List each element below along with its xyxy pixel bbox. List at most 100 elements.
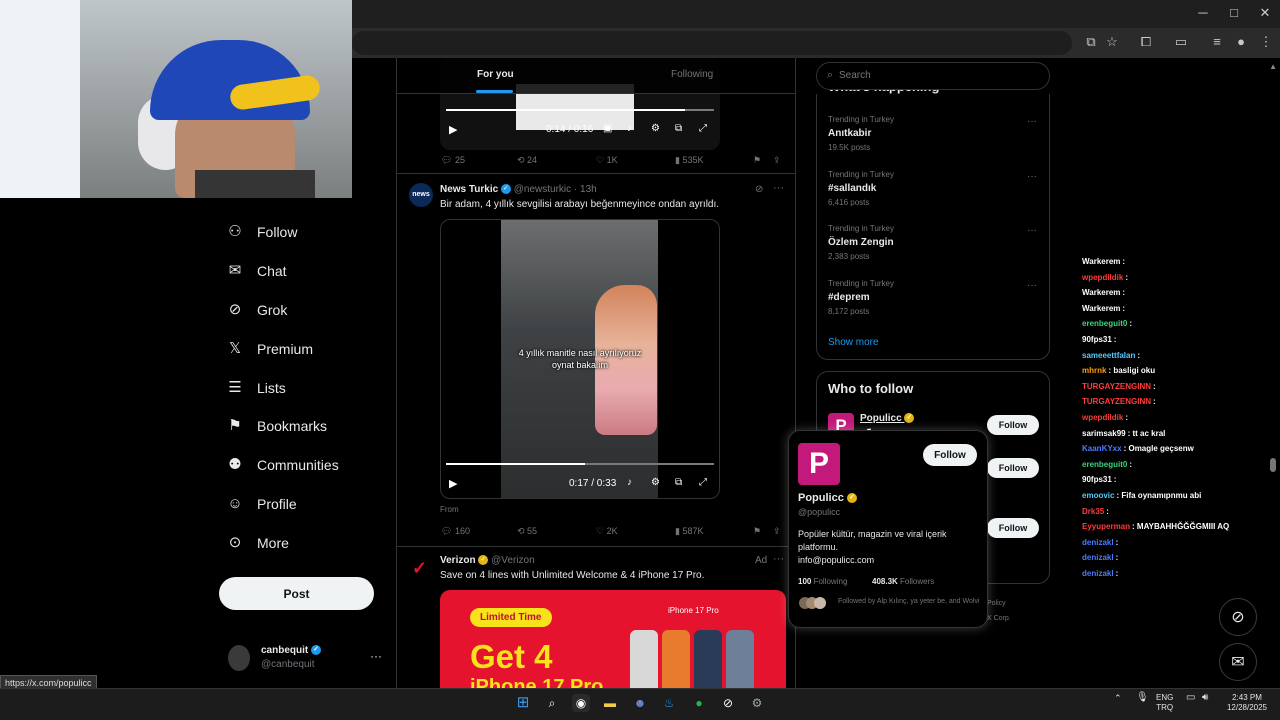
avatar[interactable]: news — [409, 183, 433, 207]
discord-icon[interactable]: ☻ — [631, 694, 649, 712]
chrome-icon[interactable]: ◉ — [572, 694, 590, 712]
post-time[interactable]: 13h — [580, 184, 597, 195]
maximize-icon[interactable]: □ — [1219, 5, 1249, 20]
chat-username[interactable]: mhrnk — [1082, 366, 1106, 375]
play-icon[interactable]: ▶ — [449, 123, 457, 136]
chat-username[interactable]: Warkerem — [1082, 257, 1120, 266]
clock[interactable]: 2:43 PM 12/28/2025 — [1222, 693, 1272, 713]
footer-link[interactable]: Policy — [987, 600, 1006, 607]
nav-item-grok[interactable]: ⊘ Grok — [226, 295, 288, 325]
fullscreen-icon[interactable]: ⤢ — [699, 477, 707, 488]
chat-username[interactable]: erenbeguit0 — [1082, 319, 1127, 328]
chat-username[interactable]: 90fps31 — [1082, 475, 1112, 484]
tab-for-you[interactable]: For you — [477, 69, 514, 80]
more-icon[interactable]: ··· — [1027, 280, 1037, 291]
fullscreen-icon[interactable]: ⤢ — [699, 123, 707, 134]
chat-username[interactable]: KaanKYxx — [1082, 444, 1122, 453]
chat-username[interactable]: TURGAYZENGINN — [1082, 397, 1151, 406]
network-icon[interactable]: ▭ — [1186, 693, 1195, 703]
followers-count[interactable]: 408.3K Followers — [872, 577, 934, 586]
bookmark-star-icon[interactable]: ☆ — [1103, 33, 1121, 51]
reply-button[interactable]: 💬︎ 160 — [441, 526, 470, 537]
account-switcher[interactable]: canbequit ✓ @canbequit ··· — [228, 643, 388, 673]
nav-item-more[interactable]: ⊙ More — [226, 528, 289, 558]
chat-username[interactable]: Warkerem — [1082, 288, 1120, 297]
split-view-icon[interactable]: ▭ — [1172, 33, 1190, 51]
more-icon[interactable]: ··· — [1027, 116, 1037, 127]
chat-username[interactable]: denizakl — [1082, 569, 1114, 578]
nav-item-follow[interactable]: ⚇ Follow — [226, 217, 297, 247]
grok-icon[interactable]: ⊘ — [755, 184, 763, 195]
chat-username[interactable]: erenbeguit0 — [1082, 460, 1127, 469]
nav-item-lists[interactable]: ☰ Lists — [226, 373, 286, 403]
chat-username[interactable]: sameeettfalan — [1082, 351, 1135, 360]
nav-item-premium[interactable]: 𝕏 Premium — [226, 334, 313, 364]
install-app-icon[interactable]: ⧉ — [1082, 33, 1100, 51]
close-window-icon[interactable]: ✕ — [1250, 5, 1280, 21]
share-icon[interactable]: ⇪ — [773, 155, 781, 166]
extensions-icon[interactable]: ⧠ — [1137, 33, 1155, 51]
tray-overflow-icon[interactable]: ⌃ — [1114, 693, 1122, 703]
post-button[interactable]: Post — [219, 577, 374, 610]
hover-card-handle[interactable]: @populicc — [798, 507, 840, 517]
like-button[interactable]: ♡ 2K — [596, 526, 618, 537]
chat-username[interactable]: wpepdildik — [1082, 413, 1123, 422]
nav-item-chat[interactable]: ✉ Chat — [226, 256, 287, 286]
search-icon[interactable]: ⌕ — [543, 694, 561, 712]
repost-button[interactable]: ⟲ 55 — [517, 526, 537, 537]
pip-icon[interactable]: ⧉ — [675, 477, 682, 488]
browser-menu-icon[interactable]: ⋮ — [1257, 33, 1275, 51]
language-indicator[interactable]: ENG TRQ — [1156, 693, 1173, 713]
follow-button[interactable]: Follow — [987, 518, 1039, 538]
video-progress-bar[interactable] — [446, 463, 714, 465]
share-icon[interactable]: ⇪ — [773, 526, 781, 537]
settings-icon[interactable]: ⚙ — [651, 477, 660, 488]
settings-icon[interactable]: ⚙ — [748, 694, 766, 712]
ad-banner[interactable]: Limited Time Get 4 iPhone 17 Pro iPhone … — [440, 590, 786, 690]
chat-username[interactable]: Eyyuperman — [1082, 522, 1130, 531]
volume-icon[interactable]: ♪ — [627, 477, 632, 488]
search-input[interactable]: ⌕ Search — [816, 62, 1050, 90]
hover-follow-button[interactable]: Follow — [923, 444, 977, 466]
more-icon[interactable]: ··· — [773, 553, 784, 565]
more-icon[interactable]: ··· — [773, 182, 784, 194]
views-button[interactable]: ▮ 587K — [675, 526, 703, 537]
populicc-avatar[interactable]: P — [798, 443, 840, 485]
scrollbar-thumb[interactable] — [1270, 458, 1276, 472]
author-name[interactable]: Verizon — [440, 555, 476, 566]
spotify-icon[interactable]: ● — [690, 694, 708, 712]
video-progress-bar[interactable] — [446, 109, 714, 111]
more-icon[interactable]: ··· — [1027, 225, 1037, 236]
captions-icon[interactable]: ▣ — [603, 123, 612, 134]
show-more-link[interactable]: Show more — [828, 337, 879, 348]
volume-icon[interactable]: 🔊︎ — [1202, 693, 1208, 703]
chat-username[interactable]: Drk35 — [1082, 507, 1104, 516]
play-icon[interactable]: ▶ — [449, 477, 457, 490]
chat-username[interactable]: wpepdildik — [1082, 273, 1123, 282]
chat-username[interactable]: sarimsak99 — [1082, 429, 1126, 438]
follow-button[interactable]: Follow — [987, 458, 1039, 478]
nav-item-bookmarks[interactable]: ⚑ Bookmarks — [226, 411, 327, 441]
tab-following[interactable]: Following — [671, 69, 713, 80]
settings-icon[interactable]: ⚙ — [651, 123, 660, 134]
author-handle[interactable]: @newsturkic — [514, 184, 571, 195]
address-bar[interactable] — [352, 31, 1072, 55]
app-icon[interactable]: ⊘ — [719, 694, 737, 712]
nav-item-communities[interactable]: ⚉ Communities — [226, 450, 338, 480]
chat-username[interactable]: 90fps31 — [1082, 335, 1112, 344]
grok-float-button[interactable]: ⊘ — [1219, 598, 1257, 636]
chat-username[interactable]: TURGAYZENGINN — [1082, 382, 1151, 391]
bookmark-post-icon[interactable]: ⚑ — [753, 526, 761, 537]
like-button[interactable]: ♡ 1K — [596, 155, 618, 166]
following-count[interactable]: 100 Following — [798, 577, 847, 586]
file-explorer-icon[interactable]: ▬ — [601, 694, 619, 712]
author-handle[interactable]: @Verizon — [491, 555, 535, 566]
more-icon[interactable]: ··· — [1027, 171, 1037, 182]
chat-username[interactable]: emoovic — [1082, 491, 1114, 500]
more-icon[interactable]: ··· — [370, 649, 382, 663]
reply-button[interactable]: 💬︎ 25 — [441, 155, 465, 166]
views-button[interactable]: ▮ 535K — [675, 155, 703, 166]
suggested-user-name[interactable]: Populicc ✓ — [860, 413, 915, 424]
repost-button[interactable]: ⟲ 24 — [517, 155, 537, 166]
steam-icon[interactable]: ♨ — [660, 694, 678, 712]
